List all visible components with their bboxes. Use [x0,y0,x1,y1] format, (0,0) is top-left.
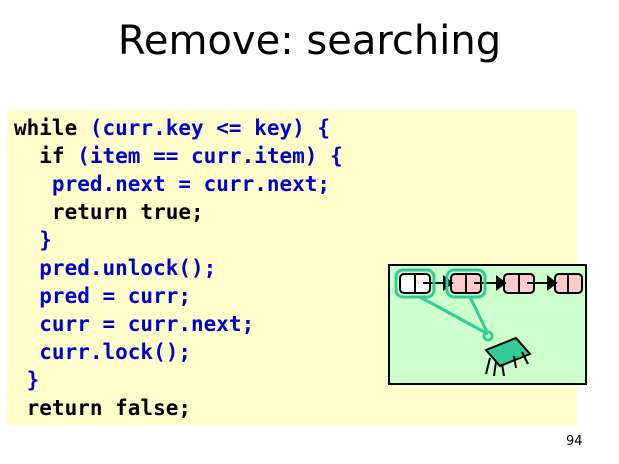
list-node-icon [554,273,583,294]
code-token: curr = curr.next; [14,312,255,336]
code-line-9: curr.lock(); [14,338,191,366]
code-token: pred.next = curr.next; [14,172,331,196]
code-token: pred = curr; [14,284,192,308]
code-line-7: pred = curr; [14,282,191,310]
code-line-1: while (curr.key <= key) { [14,114,330,142]
code-line-6: pred.unlock(); [14,254,216,282]
slide-title: Remove: searching [117,18,502,64]
code-token: if [14,144,78,168]
code-line-2: if (item == curr.item) { [14,142,343,170]
code-line-11: return false; [14,394,191,422]
code-line-3: pred.next = curr.next; [14,170,330,198]
code-line-8: curr = curr.next; [14,310,254,338]
code-token: while [14,116,90,140]
code-line-4: return true; [14,198,204,226]
code-token: } [14,228,52,252]
page-number: 94 [566,434,583,449]
code-token: (item == curr.item) { [77,144,343,168]
thread-icon [484,336,532,377]
next-pointer-arrows [423,275,558,291]
code-line-10: } [14,366,40,394]
linked-list-diagram [388,264,587,385]
code-token: curr.lock(); [14,340,192,364]
code-token: return false; [14,396,192,420]
linked-list-svg [394,268,583,377]
code-token: return true; [14,200,204,224]
code-token: pred.unlock(); [14,256,217,280]
code-line-5: } [14,226,52,254]
code-token: } [14,368,40,392]
code-token: (curr.key <= key) { [89,116,331,140]
